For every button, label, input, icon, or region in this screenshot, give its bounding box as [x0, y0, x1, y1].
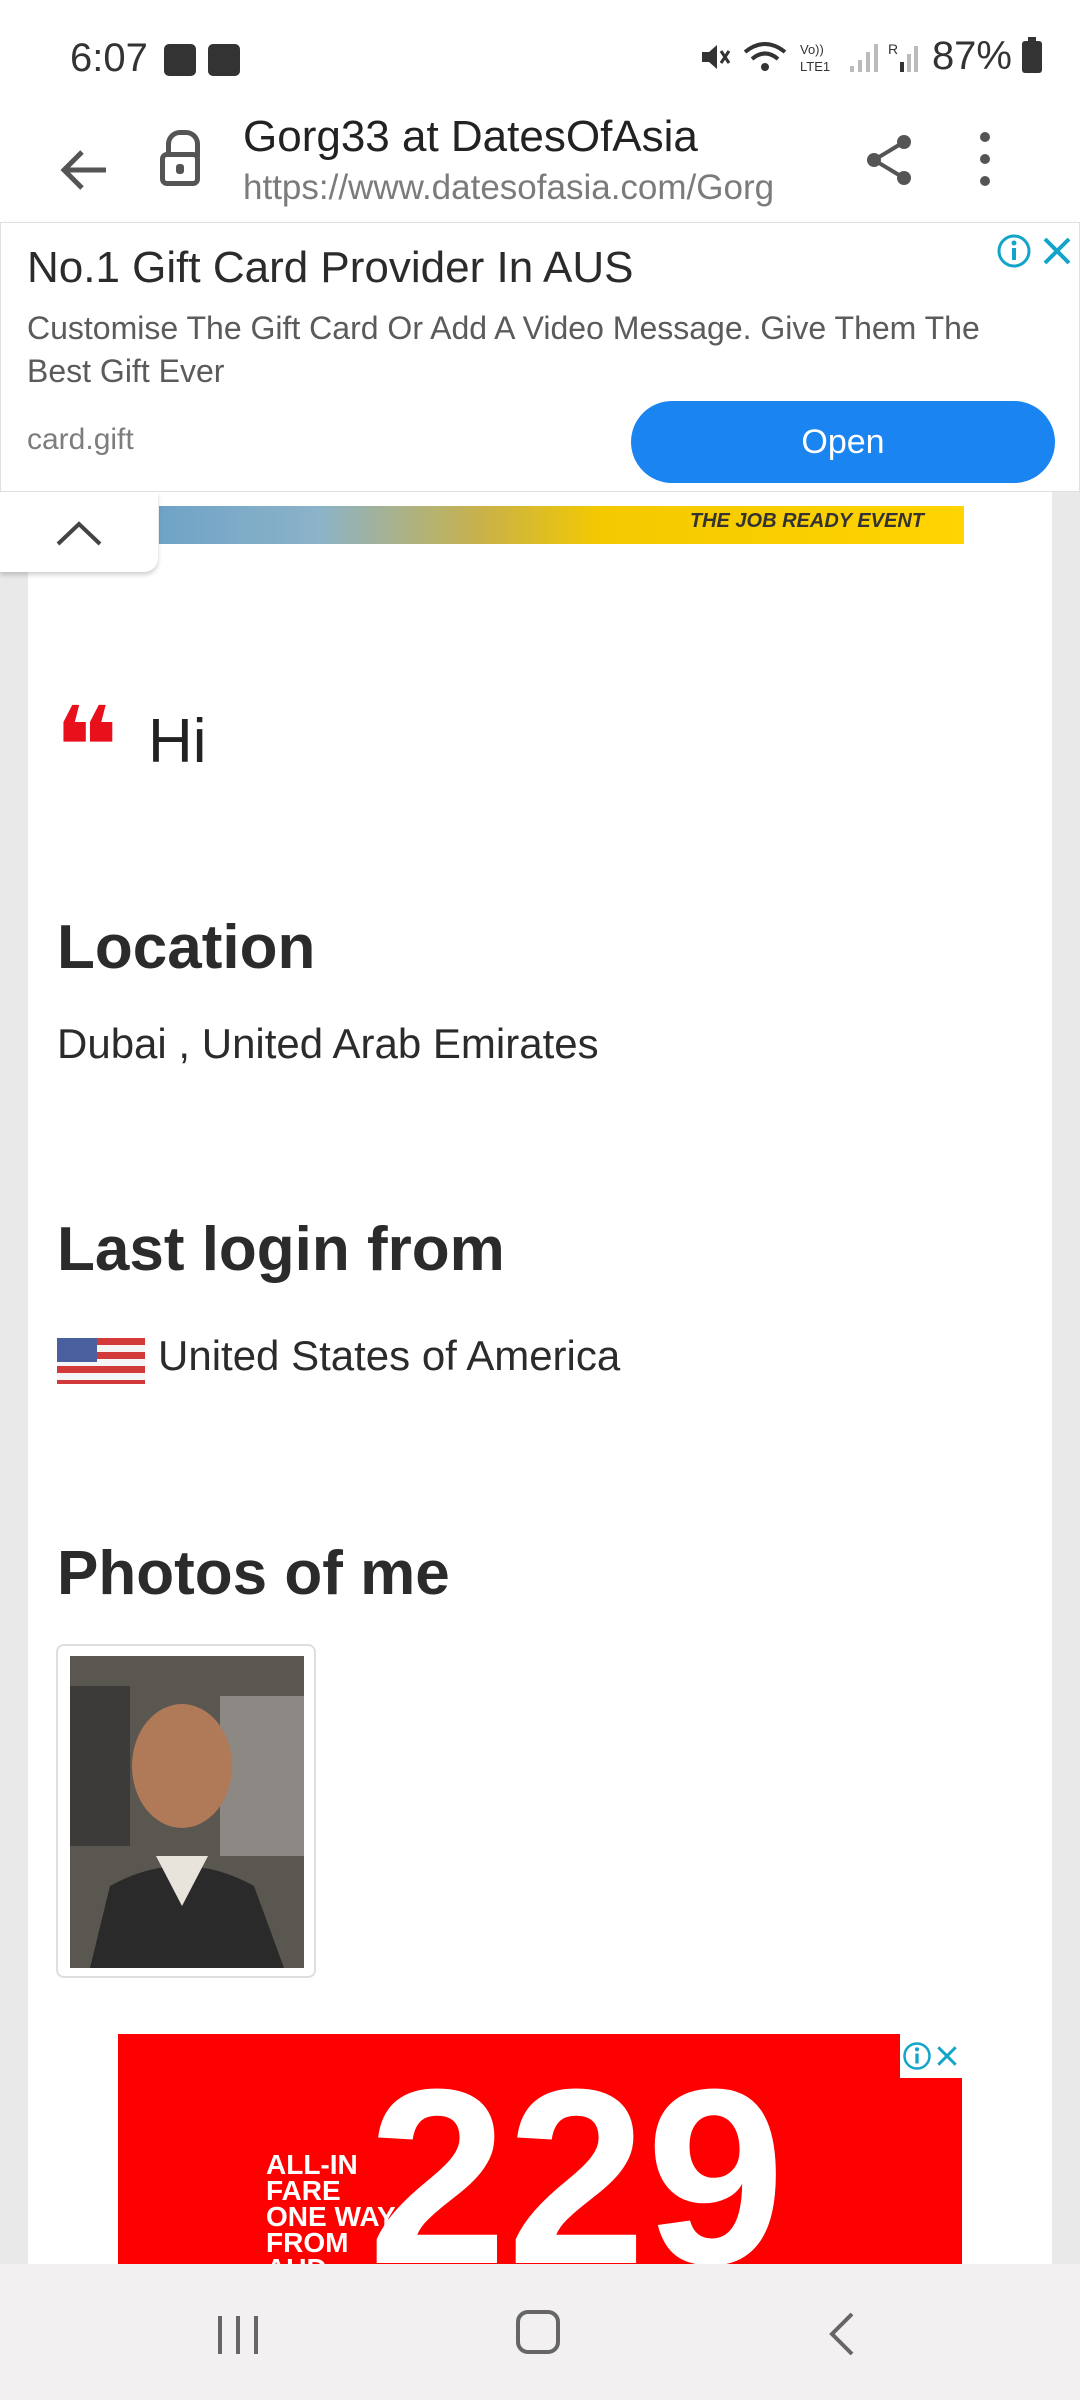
partial-ad-banner[interactable]: THE JOB READY EVENT — [159, 506, 964, 544]
gift-card-ad[interactable]: No.1 Gift Card Provider In AUS Customise… — [0, 222, 1080, 492]
location-value: Dubai , United Arab Emirates — [57, 1020, 599, 1067]
quote-icon: ❝ — [54, 683, 119, 811]
last-login-value: United States of America — [158, 1332, 621, 1379]
profile-content: THE JOB READY EVENT ❝ Hi Location Dubai … — [28, 492, 1052, 2264]
profile-greeting: Hi — [148, 707, 207, 776]
collapse-ad-button[interactable] — [0, 492, 158, 572]
profile-photo[interactable] — [70, 1656, 304, 1968]
location-heading: Location — [57, 913, 316, 982]
back-arrow-icon[interactable] — [58, 130, 110, 211]
profile-photo-thumbnail[interactable] — [56, 1644, 316, 1978]
usa-flag-icon — [57, 1338, 145, 1384]
ad-domain: card.gift — [27, 423, 134, 456]
nav-back-icon[interactable] — [822, 2310, 862, 2358]
battery-icon — [1022, 36, 1042, 73]
share-icon[interactable] — [860, 130, 920, 190]
lock-icon[interactable] — [160, 130, 200, 190]
battery-percent: 87% — [931, 34, 1012, 78]
airfare-ad[interactable]: ALL-IN FARE ONE WAY FROM AUD 229 — [118, 2034, 962, 2264]
url-text[interactable]: https://www.datesofasia.com/Gorg — [243, 168, 823, 208]
home-icon[interactable] — [516, 2310, 560, 2354]
status-bar: 6:07 Vo)) LTE1 R 87% — [0, 0, 1080, 110]
signal-roaming-icon: R — [888, 41, 918, 72]
svg-text:Vo)): Vo)) — [800, 42, 824, 57]
ad-info-icon[interactable] — [902, 2041, 932, 2071]
mute-icon — [701, 44, 731, 69]
svg-text:LTE1: LTE1 — [800, 59, 830, 74]
status-time: 6:07 — [70, 36, 148, 80]
check-box-icon — [208, 44, 240, 76]
ad-close-icon[interactable] — [934, 2043, 960, 2069]
browser-toolbar: Gorg33 at DatesOfAsia https://www.dateso… — [0, 110, 1080, 222]
ad-close-icon[interactable] — [1039, 233, 1075, 269]
svg-text:R: R — [888, 41, 898, 57]
system-navigation-bar — [0, 2264, 1080, 2400]
volte-icon: Vo)) LTE1 — [800, 42, 830, 74]
partial-ad-text: THE JOB READY EVENT — [689, 510, 924, 532]
wifi-icon — [743, 41, 787, 71]
ad-controls — [900, 2034, 962, 2078]
image-icon — [164, 44, 196, 76]
ad-title[interactable]: No.1 Gift Card Provider In AUS — [27, 243, 633, 293]
ad-info-icon[interactable] — [996, 233, 1032, 269]
more-options-icon[interactable] — [980, 132, 992, 198]
photos-heading: Photos of me — [57, 1539, 450, 1608]
last-login-heading: Last login from — [57, 1215, 505, 1284]
recent-apps-icon[interactable] — [216, 2314, 260, 2356]
page-title[interactable]: Gorg33 at DatesOfAsia — [243, 112, 698, 162]
chevron-up-icon — [56, 521, 102, 546]
ad-fare-price: 229 — [368, 2037, 786, 2265]
ad-open-button[interactable]: Open — [631, 401, 1055, 483]
status-indicators: Vo)) LTE1 R 87% — [698, 34, 1042, 79]
signal-icon — [849, 43, 878, 72]
ad-description: Customise The Gift Card Or Add A Video M… — [27, 310, 980, 389]
